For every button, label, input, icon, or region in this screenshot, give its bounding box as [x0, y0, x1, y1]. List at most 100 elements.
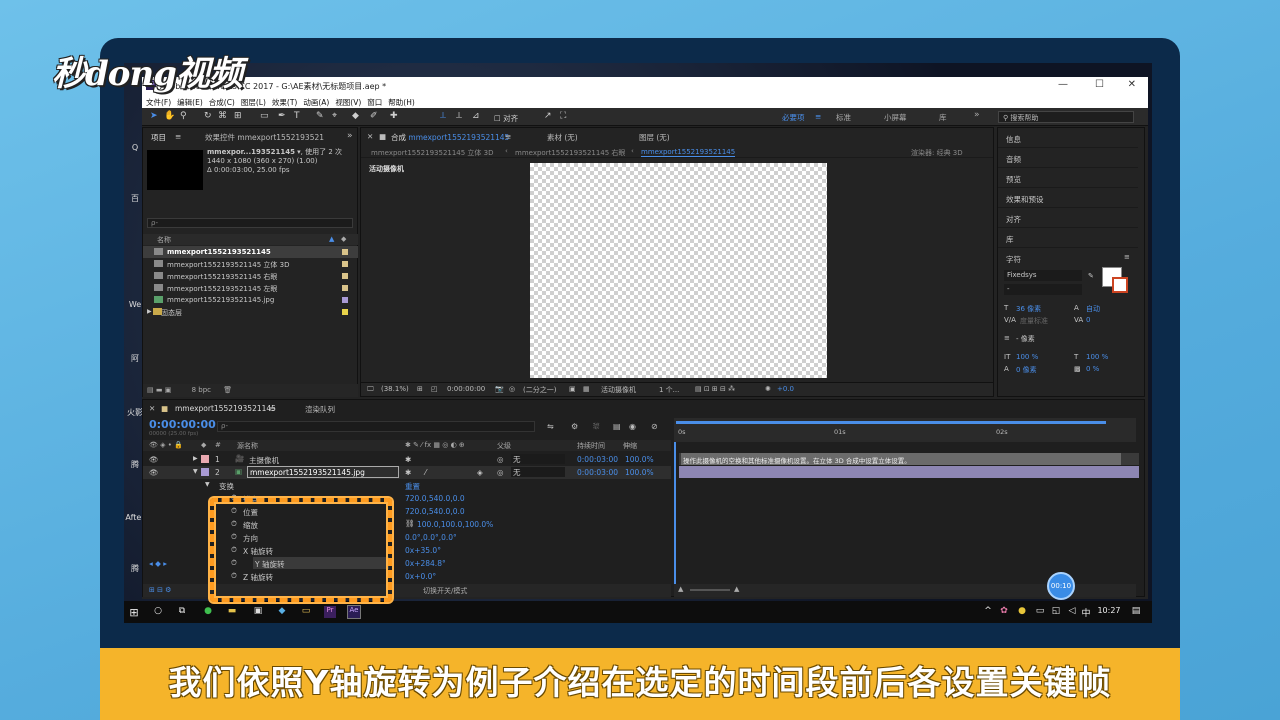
workspace-essentials[interactable]: 必要项 — [782, 112, 805, 123]
resolution-dropdown[interactable]: (二分之一) — [523, 385, 556, 395]
baseline-value[interactable]: 0 像素 — [1016, 365, 1037, 375]
folder-icon[interactable]: ▬ — [226, 606, 238, 618]
zoom-slider-track[interactable] — [690, 589, 730, 591]
parent-pick-whip-icon[interactable]: ◎ — [497, 468, 504, 477]
eyedropper-icon[interactable]: ✎ — [1088, 272, 1094, 280]
link-icon[interactable]: ⛓ — [405, 519, 415, 528]
property-value[interactable]: 0.0°,0.0°,0.0° — [405, 533, 457, 542]
vertical-scale-value[interactable]: 100 % — [1016, 353, 1038, 361]
menu-effect[interactable]: 效果(T) — [272, 97, 297, 108]
new-folder-icon[interactable]: ▬ — [156, 386, 163, 394]
list-item[interactable]: mmexport1552193521145.jpg — [143, 294, 358, 306]
transform-group-row[interactable]: ▼ 变换 重置 — [143, 479, 671, 492]
tab-timeline-comp[interactable]: mmexport1552193521145 — [175, 404, 276, 413]
view-dropdown[interactable]: 活动摄像机 — [601, 385, 636, 395]
parent-pick-whip-icon[interactable]: ◎ — [497, 455, 504, 464]
app-icon[interactable]: ● — [202, 606, 214, 618]
axis-world-icon[interactable]: ⟂ — [456, 111, 462, 121]
mask-icon[interactable]: ◰ — [431, 385, 438, 393]
table-row[interactable]: 👁 ▶ 1 🎥 主摄像机 ✱ ◎ 无 0:00:03:00 100.0% — [143, 453, 671, 466]
close-button[interactable]: ✕ — [1128, 79, 1136, 90]
parent-dropdown[interactable]: 无 — [511, 467, 565, 477]
tab-layer[interactable]: 图层 (无) — [639, 132, 670, 143]
shy-switch-icon[interactable]: ✱ — [405, 455, 411, 464]
menu-window[interactable]: 窗口 — [367, 97, 382, 108]
app-icon[interactable]: ◆ — [276, 606, 288, 618]
leading-value[interactable]: 自动 — [1086, 304, 1100, 314]
network-icon[interactable]: ◱ — [1050, 606, 1062, 618]
clock-time[interactable]: 10:27 — [1094, 606, 1124, 618]
rotate-tool-icon[interactable]: ↻ — [204, 111, 212, 121]
comp-flowchart-icon[interactable]: ⇋ — [547, 422, 554, 431]
workspace-menu-icon[interactable]: ≡ — [815, 112, 821, 121]
menu-layer[interactable]: 图层(L) — [241, 97, 266, 108]
maximize-button[interactable]: ☐ — [1095, 79, 1104, 90]
panel-effects-presets[interactable]: 效果和预设 — [998, 188, 1138, 208]
transparency-grid-icon[interactable]: ▦ — [583, 385, 590, 393]
camera-tool-icon[interactable]: ⌘ — [218, 111, 227, 121]
quality-switch-icon[interactable]: ⁄ — [425, 468, 426, 477]
font-size-value[interactable]: 36 像素 — [1016, 304, 1041, 314]
visibility-eye-icon[interactable]: 👁 — [149, 455, 159, 464]
store-icon[interactable]: ▣ — [252, 606, 264, 618]
workspace-library[interactable]: 库 — [939, 112, 947, 123]
layer-duration[interactable]: 0:00:03:00 — [577, 468, 618, 477]
snap-option-icon[interactable]: ↗ — [544, 111, 552, 121]
frame-blend-icon[interactable]: ▤ — [613, 422, 621, 431]
panel-audio[interactable]: 音频 — [998, 148, 1138, 168]
panel-more-icon[interactable]: » — [347, 131, 353, 141]
expand-arrow-icon[interactable]: ▶ — [193, 455, 198, 462]
panel-libraries[interactable]: 库 — [998, 228, 1138, 248]
premiere-icon[interactable]: Pr — [324, 606, 336, 618]
layer-name[interactable]: mmexport1552193521145.jpg — [247, 466, 399, 478]
font-family-dropdown[interactable]: Fixedsys — [1004, 270, 1082, 281]
draft-3d-icon[interactable]: ⚙ — [571, 422, 578, 431]
timecode-display[interactable]: 0:00:00:00 — [447, 385, 485, 393]
windows-start-icon[interactable]: ⊞ — [128, 606, 140, 619]
property-value[interactable]: 100.0,100.0,100.0% — [417, 520, 493, 529]
panel-info[interactable]: 信息 — [998, 128, 1138, 148]
channel-icon[interactable]: ◎ — [509, 385, 515, 393]
list-item[interactable]: mmexport1552193521145 右眼 — [143, 270, 358, 282]
search-circle-icon[interactable]: ○ — [152, 606, 164, 618]
workspace-small-screen[interactable]: 小屏幕 — [884, 112, 907, 123]
visibility-eye-icon[interactable]: 👁 — [149, 468, 159, 477]
tray-app-icon[interactable]: ✿ — [998, 606, 1010, 618]
toggle-panes-icon[interactable]: ⊞ ⊟ ⚙ — [149, 586, 171, 594]
label-color-swatch[interactable] — [201, 455, 209, 463]
motion-blur-icon[interactable]: ◉ — [629, 422, 636, 431]
collapse-arrow-icon[interactable]: ▼ — [205, 481, 210, 488]
search-help-input[interactable]: ⚲ 搜索帮助 — [998, 111, 1134, 123]
label-column-icon[interactable]: ◆ — [341, 235, 346, 243]
layer-stretch[interactable]: 100.0% — [625, 455, 654, 464]
bpc-label[interactable]: 8 bpc — [192, 386, 211, 394]
reset-link[interactable]: 重置 — [405, 481, 420, 492]
composition-canvas[interactable] — [530, 163, 827, 378]
tray-app-icon[interactable]: ● — [1016, 606, 1028, 618]
app-icon[interactable]: ▭ — [300, 606, 312, 618]
tracking-value[interactable]: 0 — [1086, 316, 1090, 324]
parent-dropdown[interactable]: 无 — [511, 454, 565, 464]
pen-tool-icon[interactable]: ✒ — [278, 111, 286, 121]
property-value[interactable]: 720.0,540.0,0.0 — [405, 507, 465, 516]
more-workspaces-icon[interactable]: » — [974, 110, 980, 120]
list-item[interactable]: mmexport1552193521145 左眼 — [143, 282, 358, 294]
tab-effect-controls[interactable]: 效果控件 mmexport1552193521 — [205, 132, 324, 143]
shy-switch-icon[interactable]: ✱ — [405, 468, 411, 477]
project-search-input[interactable]: ρ- — [147, 218, 353, 228]
selection-tool-icon[interactable]: ➤ — [150, 111, 158, 121]
minimize-button[interactable]: — — [1058, 79, 1068, 90]
interpret-footage-icon[interactable]: ▤ — [147, 386, 154, 394]
menu-help[interactable]: 帮助(H) — [388, 97, 415, 108]
source-name-header[interactable]: 源名称 — [237, 441, 258, 451]
panel-menu-icon[interactable]: ≡ — [175, 132, 181, 141]
breadcrumb-item[interactable]: mmexport1552193521145 立体 3D — [371, 148, 494, 158]
tab-composition[interactable]: 合成 mmexport1552193521145 — [391, 132, 509, 143]
label-color-swatch[interactable] — [201, 468, 209, 476]
task-view-icon[interactable]: ⧉ — [176, 606, 188, 618]
tsume-value[interactable]: 0 % — [1086, 365, 1099, 373]
pan-behind-tool-icon[interactable]: ⊞ — [234, 111, 242, 121]
collapse-arrow-icon[interactable]: ▼ — [193, 468, 198, 475]
close-tab-icon[interactable]: ✕ — [367, 132, 373, 141]
timeline-search-input[interactable]: ρ- — [217, 421, 535, 432]
